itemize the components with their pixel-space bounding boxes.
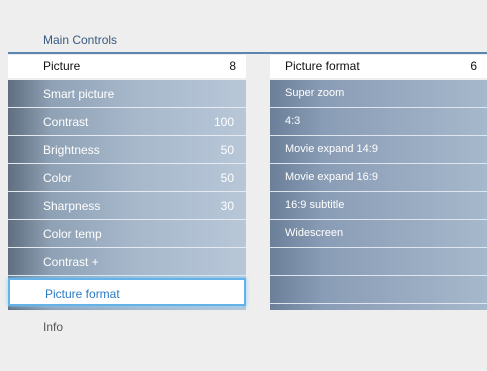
- picture-header[interactable]: Picture 8: [8, 55, 246, 78]
- menu-item-sharpness[interactable]: Sharpness 30: [8, 192, 246, 220]
- tv-menu-screen: Main Controls Picture 8 Picture format 6…: [0, 0, 487, 371]
- menu-item-label: Picture format: [45, 287, 120, 301]
- menu-item-color[interactable]: Color 50: [8, 164, 246, 192]
- picture-format-header-label: Picture format: [285, 59, 360, 73]
- format-option-label: 4:3: [285, 115, 301, 127]
- format-option-4-3[interactable]: 4:3: [270, 108, 487, 136]
- menu-item-label: Contrast +: [43, 255, 99, 269]
- menu-item-label: Smart picture: [43, 87, 115, 101]
- format-option-16-9-subtitle[interactable]: 16:9 subtitle: [270, 192, 487, 220]
- format-option-label: Super zoom: [285, 87, 345, 99]
- menu-item-label: Sharpness: [43, 199, 101, 213]
- picture-header-label: Picture: [43, 59, 81, 73]
- menu-item-picture-format[interactable]: Picture format: [8, 278, 246, 306]
- format-option-movie-expand-14-9[interactable]: Movie expand 14:9: [270, 136, 487, 164]
- picture-header-count: 8: [229, 59, 236, 73]
- picture-format-header-count: 6: [470, 59, 477, 73]
- format-option-label: Widescreen: [285, 227, 344, 239]
- menu-item-smart-picture[interactable]: Smart picture: [8, 80, 246, 108]
- format-option-widescreen[interactable]: Widescreen: [270, 220, 487, 248]
- format-option-empty: [270, 276, 487, 304]
- format-option-empty: [270, 248, 487, 276]
- menu-item-label: Contrast: [43, 115, 89, 129]
- format-option-label: 16:9 subtitle: [285, 199, 345, 211]
- format-option-movie-expand-16-9[interactable]: Movie expand 16:9: [270, 164, 487, 192]
- picture-format-header[interactable]: Picture format 6: [270, 55, 487, 78]
- menu-title: Main Controls: [43, 33, 118, 47]
- menu-item-contrast-plus[interactable]: Contrast +: [8, 248, 246, 276]
- menu-item-value: 30: [220, 199, 234, 213]
- info-item[interactable]: Info: [43, 320, 63, 334]
- format-option-label: Movie expand 16:9: [285, 171, 378, 183]
- picture-format-options: Super zoom 4:3 Movie expand 14:9 Movie e…: [270, 80, 487, 310]
- menu-item-label: Brightness: [43, 143, 100, 157]
- menu-item-value: 100: [213, 115, 234, 129]
- menu-item-brightness[interactable]: Brightness 50: [8, 136, 246, 164]
- menu-item-value: 50: [220, 171, 234, 185]
- format-option-super-zoom[interactable]: Super zoom: [270, 80, 487, 108]
- picture-settings-list: Smart picture Contrast 100 Brightness 50…: [8, 80, 246, 310]
- title-divider: [8, 52, 487, 54]
- menu-item-value: 50: [220, 143, 234, 157]
- format-option-label: Movie expand 14:9: [285, 143, 378, 155]
- menu-item-color-temp[interactable]: Color temp: [8, 220, 246, 248]
- menu-item-label: Color temp: [43, 227, 102, 241]
- menu-item-contrast[interactable]: Contrast 100: [8, 108, 246, 136]
- menu-item-label: Color: [43, 171, 72, 185]
